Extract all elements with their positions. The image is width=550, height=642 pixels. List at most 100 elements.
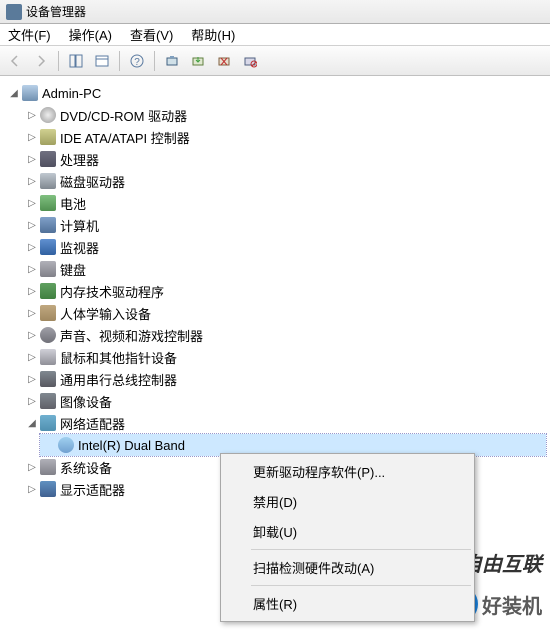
back-button[interactable]	[4, 50, 26, 72]
root-label: Admin-PC	[42, 86, 101, 101]
system-icon	[40, 459, 56, 475]
tree-label: 系统设备	[60, 458, 112, 477]
expander-icon[interactable]: ▷	[26, 329, 38, 341]
tree-label: 显示适配器	[60, 480, 125, 499]
tree-label: Intel(R) Dual Band	[78, 438, 185, 453]
cm-scan-hardware[interactable]: 扫描检测硬件改动(A)	[223, 553, 472, 582]
forward-button[interactable]	[30, 50, 52, 72]
cm-update-driver[interactable]: 更新驱动程序软件(P)...	[223, 457, 472, 486]
tree-label: 处理器	[60, 150, 99, 169]
toolbar-separator	[58, 51, 59, 71]
update-driver-button[interactable]	[187, 50, 209, 72]
expander-icon[interactable]: ▷	[26, 307, 38, 319]
menu-file[interactable]: 文件(F)	[8, 25, 51, 44]
cm-properties[interactable]: 属性(R)	[223, 589, 472, 618]
expander-icon[interactable]: ▷	[26, 153, 38, 165]
tree-label: 磁盘驱动器	[60, 172, 125, 191]
titlebar: 设备管理器	[0, 0, 550, 24]
tree-row[interactable]: ▷ 电池	[22, 192, 546, 214]
tree-label: 监视器	[60, 238, 99, 257]
cm-disable[interactable]: 禁用(D)	[223, 487, 472, 516]
window-title: 设备管理器	[26, 3, 86, 20]
usb-icon	[40, 371, 56, 387]
properties-button[interactable]	[91, 50, 113, 72]
ide-icon	[40, 129, 56, 145]
expander-icon[interactable]: ▷	[26, 461, 38, 473]
pc-icon	[40, 217, 56, 233]
tree-row[interactable]: ▷ 人体学输入设备	[22, 302, 546, 324]
tree-row[interactable]: ▷ 图像设备	[22, 390, 546, 412]
expander-icon[interactable]: ▷	[26, 175, 38, 187]
tree-label: DVD/CD-ROM 驱动器	[60, 106, 187, 125]
tree-row[interactable]: ▷ 磁盘驱动器	[22, 170, 546, 192]
monitor-icon	[40, 239, 56, 255]
tree-row[interactable]: ◢ 网络适配器	[22, 412, 546, 434]
expander-icon[interactable]: ▷	[26, 483, 38, 495]
menu-help[interactable]: 帮助(H)	[191, 25, 235, 44]
display-icon	[40, 481, 56, 497]
expander-icon[interactable]: ▷	[26, 197, 38, 209]
tree-row[interactable]: ▷ 键盘	[22, 258, 546, 280]
keyboard-icon	[40, 261, 56, 277]
dvd-icon	[40, 107, 56, 123]
disk-icon	[40, 173, 56, 189]
menu-view[interactable]: 查看(V)	[130, 25, 173, 44]
scan-hardware-button[interactable]	[161, 50, 183, 72]
mouse-icon	[40, 349, 56, 365]
cm-uninstall[interactable]: 卸载(U)	[223, 517, 472, 546]
tree-row[interactable]: ▷ 监视器	[22, 236, 546, 258]
hid-icon	[40, 305, 56, 321]
expander-icon[interactable]: ▷	[26, 351, 38, 363]
network-icon	[40, 415, 56, 431]
tree-row[interactable]: ▷ 通用串行总线控制器	[22, 368, 546, 390]
tree-label: 电池	[60, 194, 86, 213]
context-menu: 更新驱动程序软件(P)... 禁用(D) 卸载(U) 扫描检测硬件改动(A) 属…	[220, 453, 475, 622]
tree-label: 网络适配器	[60, 414, 125, 433]
tree-label: 图像设备	[60, 392, 112, 411]
context-menu-separator	[251, 585, 471, 586]
tree-row[interactable]: ▷ 声音、视频和游戏控制器	[22, 324, 546, 346]
disable-button[interactable]	[239, 50, 261, 72]
expander-icon[interactable]: ▷	[26, 373, 38, 385]
sound-icon	[40, 327, 56, 343]
root-node[interactable]: ◢ Admin-PC	[4, 82, 546, 104]
toolbar: ?	[0, 46, 550, 76]
tree-row[interactable]: ▷鼠标和其他指针设备	[22, 346, 546, 368]
context-menu-separator	[251, 549, 471, 550]
tree-row[interactable]: ▷ IDE ATA/ATAPI 控制器	[22, 126, 546, 148]
menubar: 文件(F) 操作(A) 查看(V) 帮助(H)	[0, 24, 550, 46]
expander-icon[interactable]: ◢	[26, 417, 38, 429]
expander-icon[interactable]: ◢	[8, 87, 20, 99]
show-hide-tree-button[interactable]	[65, 50, 87, 72]
expander-icon[interactable]: ▷	[26, 285, 38, 297]
computer-icon	[22, 85, 38, 101]
tree-row[interactable]: ▷ 内存技术驱动程序	[22, 280, 546, 302]
tree-label: 通用串行总线控制器	[60, 370, 177, 389]
tree-label: 人体学输入设备	[60, 304, 151, 323]
tree-row[interactable]: ▷ 处理器	[22, 148, 546, 170]
image-icon	[40, 393, 56, 409]
tree-label: 声音、视频和游戏控制器	[60, 326, 203, 345]
tree-label: 内存技术驱动程序	[60, 282, 164, 301]
tree-row[interactable]: ▷ DVD/CD-ROM 驱动器	[22, 104, 546, 126]
expander-icon[interactable]: ▷	[26, 395, 38, 407]
battery-icon	[40, 195, 56, 211]
expander-icon[interactable]: ▷	[26, 219, 38, 231]
tree-label: 键盘	[60, 260, 86, 279]
expander-icon[interactable]: ▷	[26, 131, 38, 143]
help-button[interactable]: ?	[126, 50, 148, 72]
netcard-icon	[58, 437, 74, 453]
expander-icon[interactable]: ▷	[26, 109, 38, 121]
expander-icon[interactable]: ▷	[26, 241, 38, 253]
cpu-icon	[40, 151, 56, 167]
tree-label: IDE ATA/ATAPI 控制器	[60, 128, 190, 147]
toolbar-separator	[154, 51, 155, 71]
menu-action[interactable]: 操作(A)	[69, 25, 112, 44]
svg-text:?: ?	[134, 57, 140, 68]
tree-row[interactable]: ▷ 计算机	[22, 214, 546, 236]
uninstall-button[interactable]	[213, 50, 235, 72]
toolbar-separator	[119, 51, 120, 71]
app-icon	[6, 4, 22, 20]
tree-label: 计算机	[60, 216, 99, 235]
expander-icon[interactable]: ▷	[26, 263, 38, 275]
